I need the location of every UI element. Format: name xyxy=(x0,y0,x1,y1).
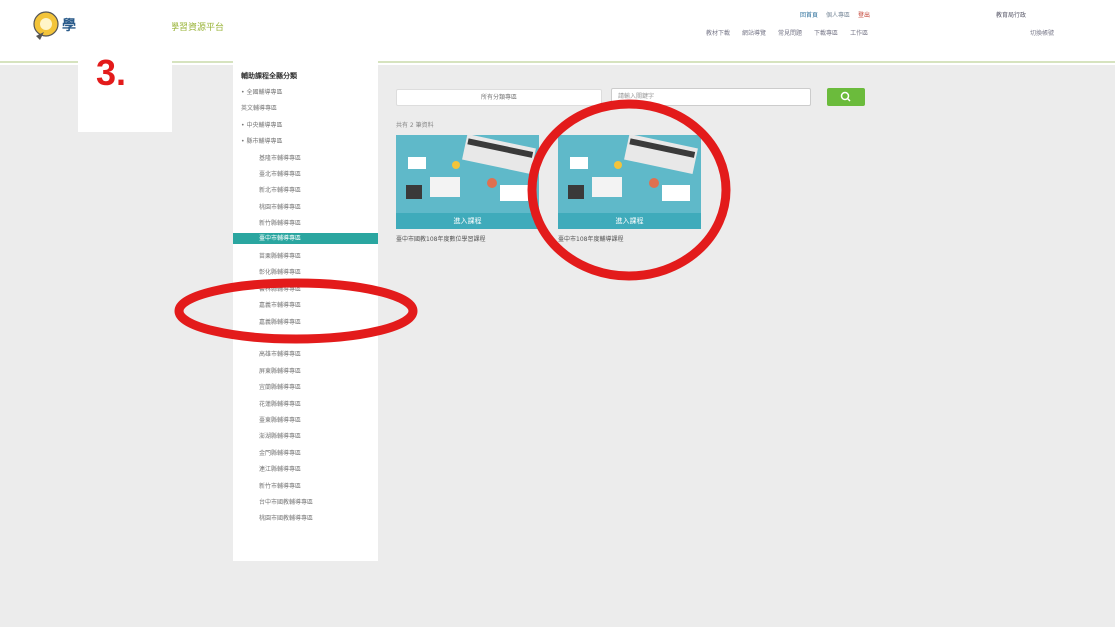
sidebar-item[interactable]: • 全國輔導專區 xyxy=(241,87,282,96)
sidebar-title: 輔助課程全縣分類 xyxy=(241,72,297,80)
sidebar-item-active[interactable]: 臺中市輔導專區 xyxy=(233,233,378,244)
nav-item-materials[interactable]: 教材下載 xyxy=(706,28,730,37)
sidebar-item[interactable]: 台中市國教輔導專區 xyxy=(259,497,313,506)
sidebar-item[interactable]: 臺東縣輔導專區 xyxy=(259,415,301,424)
nav-item-faq[interactable]: 常見問題 xyxy=(778,28,802,37)
sidebar-item[interactable]: 連江縣輔導專區 xyxy=(259,464,301,473)
top-links: 回首頁 個人專區 登出 xyxy=(800,10,870,19)
sidebar-item[interactable]: 花蓮縣輔導專區 xyxy=(259,399,301,408)
course-card[interactable]: 進入課程 xyxy=(396,135,539,229)
sidebar-item[interactable]: 澎湖縣輔導專區 xyxy=(259,431,301,440)
sidebar-item[interactable]: 新北市輔導專區 xyxy=(259,185,301,194)
sidebar-item[interactable]: 基隆市輔導專區 xyxy=(259,153,301,162)
course-card[interactable]: 進入課程 xyxy=(558,135,701,229)
logout-link[interactable]: 登出 xyxy=(858,10,870,19)
nav-item-downloads[interactable]: 下載專區 xyxy=(814,28,838,37)
sidebar-item[interactable]: 金門縣輔導專區 xyxy=(259,448,301,457)
logo-subtitle: 學習資源平台 xyxy=(170,23,225,33)
sidebar-item[interactable]: 宜蘭縣輔導專區 xyxy=(259,382,301,391)
sidebar-item[interactable]: 屏東縣輔導專區 xyxy=(259,366,301,375)
personal-area-link[interactable]: 個人專區 xyxy=(826,10,850,19)
nav-item-workspace[interactable]: 工作區 xyxy=(850,28,868,37)
sidebar-item[interactable]: 嘉義縣輔導專區 xyxy=(259,317,301,326)
category-sidebar: 輔助課程全縣分類 • 全國輔導專區 英文輔導專區 • 中央輔導專區 • 縣市輔導專區基… xyxy=(233,61,378,561)
sidebar-item[interactable]: 臺南市輔導專區 xyxy=(259,333,301,342)
course-caption[interactable]: 臺中市108年度輔導課程 xyxy=(558,234,623,243)
sidebar-item[interactable]: 苗栗縣輔導專區 xyxy=(259,251,301,260)
search-icon xyxy=(840,91,851,102)
account-name[interactable]: 教育局行政 xyxy=(996,10,1026,19)
category-select[interactable]: 所有分類專區 xyxy=(396,89,602,106)
sidebar-item[interactable]: 英文輔導專區 xyxy=(241,103,277,112)
enter-course-label[interactable]: 進入課程 xyxy=(558,213,701,229)
main-nav: 教材下載 網站導覽 常見問題 下載專區 工作區 xyxy=(706,28,868,37)
sidebar-item[interactable]: 新竹縣輔導專區 xyxy=(259,218,301,227)
search-button[interactable] xyxy=(827,88,865,106)
search-input[interactable]: 請輸入關鍵字 xyxy=(611,88,811,106)
switch-account-link[interactable]: 切換帳號 xyxy=(1030,28,1054,37)
sidebar-item[interactable]: 高雄市輔導專區 xyxy=(259,349,301,358)
home-link[interactable]: 回首頁 xyxy=(800,10,818,19)
sidebar-item[interactable]: • 縣市輔導專區 xyxy=(241,136,282,145)
sidebar-item[interactable]: 嘉義市輔導專區 xyxy=(259,300,301,309)
svg-text:學: 學 xyxy=(62,18,76,34)
sidebar-item[interactable]: 新竹市輔導專區 xyxy=(259,481,301,490)
course-caption[interactable]: 臺中市國教108年度數位學習課程 xyxy=(396,234,485,243)
step-label: 3. xyxy=(96,52,127,93)
result-count: 共有 2 筆資料 xyxy=(396,122,434,129)
sidebar-item[interactable]: 桃園市輔導專區 xyxy=(259,202,301,211)
sidebar-item[interactable]: • 中央輔導專區 xyxy=(241,120,282,129)
nav-item-sitemap[interactable]: 網站導覽 xyxy=(742,28,766,37)
sidebar-item[interactable]: 雲林縣輔導專區 xyxy=(259,284,301,293)
sidebar-item[interactable]: 彰化縣輔導專區 xyxy=(259,267,301,276)
sidebar-item[interactable]: 桃園市國教輔導專區 xyxy=(259,513,313,522)
sidebar-item[interactable]: 臺北市輔導專區 xyxy=(259,169,301,178)
enter-course-label[interactable]: 進入課程 xyxy=(396,213,539,229)
